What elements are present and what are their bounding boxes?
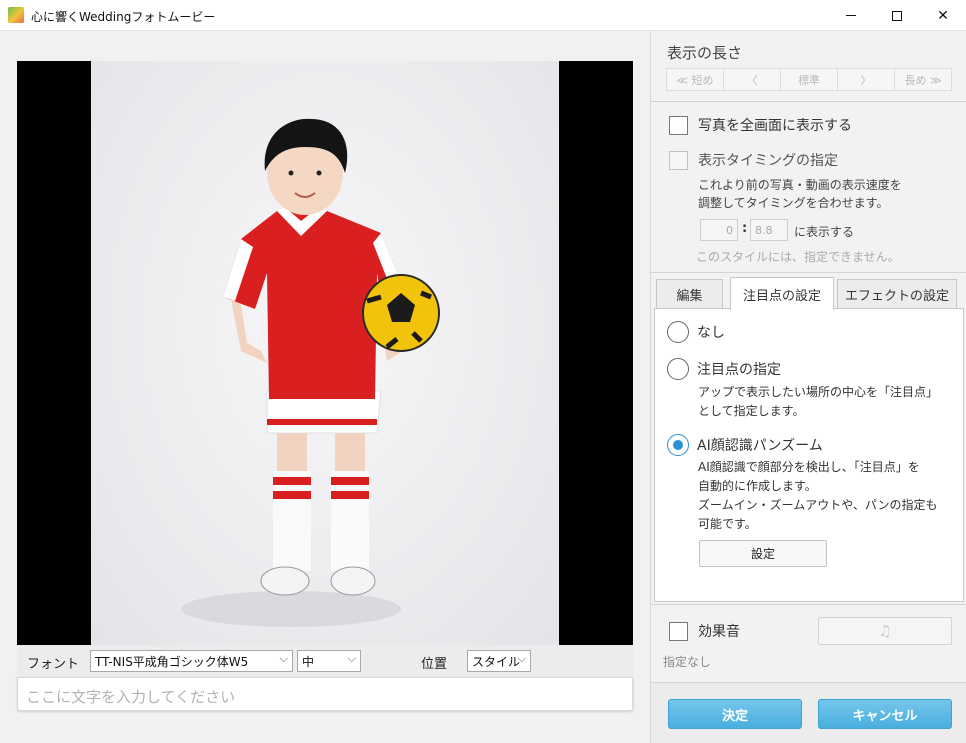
close-icon: ✕: [937, 7, 949, 24]
chevron-down-icon: ⌵: [347, 652, 356, 665]
duration-shorter-button[interactable]: ≪ 短め: [667, 69, 724, 90]
timing-seconds-input[interactable]: 8.8: [750, 219, 788, 241]
focus-none-radio[interactable]: [667, 321, 689, 343]
settings-panel: 表示の長さ ≪ 短め 〈 標準 〉 長め ≫ 写真を全画面に表示する 表示タイミ…: [650, 31, 966, 743]
window-title: 心に響くWeddingフォトムービー: [31, 10, 216, 24]
timing-option[interactable]: 表示タイミングの指定: [669, 150, 838, 170]
tab-focus-point[interactable]: 注目点の設定: [730, 277, 834, 310]
position-label: 位置: [421, 657, 448, 672]
size-select[interactable]: 中 ⌵: [297, 650, 361, 672]
fullscreen-checkbox[interactable]: [669, 115, 688, 135]
timing-minutes-input[interactable]: 0: [700, 219, 738, 241]
focus-manual-option[interactable]: 注目点の指定: [667, 358, 781, 380]
title-bar: 心に響くWeddingフォトムービー ✕: [0, 0, 966, 31]
focus-ai-radio[interactable]: [667, 434, 689, 456]
focus-ai-option[interactable]: AI顔認識パンズーム: [667, 434, 823, 456]
chevron-down-icon: ⌵: [279, 652, 288, 665]
focus-manual-description: アップで表示したい場所の中心を「注目点」 として指定します。: [698, 385, 939, 418]
ai-settings-button[interactable]: 設定: [699, 540, 827, 567]
divider: [651, 101, 966, 102]
duration-longer-button[interactable]: 長め ≫: [895, 69, 951, 90]
timing-suffix: に表示する: [794, 225, 855, 239]
editor-area: フォント TT-NIS平成角ゴシック体W5 ⌵ 中 ⌵ 位置 スタイル ⌵ ここに文字…: [0, 31, 650, 743]
position-select[interactable]: スタイル ⌵: [467, 650, 531, 672]
sound-status: 指定なし: [663, 655, 712, 669]
divider: [651, 604, 966, 605]
tab-edit[interactable]: 編集: [656, 279, 723, 309]
font-label: フォント: [27, 657, 80, 672]
timing-checkbox[interactable]: [669, 150, 688, 170]
style-notice: このスタイルには、指定できません。: [696, 250, 900, 264]
close-button[interactable]: ✕: [920, 0, 966, 31]
caption-input[interactable]: ここに文字を入力してください: [17, 677, 633, 711]
divider: [651, 272, 966, 273]
font-select[interactable]: TT-NIS平成角ゴシック体W5 ⌵: [90, 650, 293, 672]
music-select-button[interactable]: ♫: [818, 617, 952, 645]
maximize-button[interactable]: [874, 0, 920, 31]
chevron-down-icon: ⌵: [517, 652, 526, 665]
duration-heading: 表示の長さ: [667, 44, 743, 62]
focus-none-option[interactable]: なし: [667, 321, 725, 343]
sound-effect-option[interactable]: 効果音: [669, 621, 740, 641]
timing-description: これより前の写真・動画の表示速度を 調整してタイミングを合わせます。: [698, 178, 902, 210]
focus-manual-radio[interactable]: [667, 358, 689, 380]
action-bar: 決定 キャンセル: [651, 682, 966, 743]
photo-image[interactable]: [91, 61, 559, 645]
app-icon: [8, 7, 24, 23]
time-colon: :: [742, 221, 748, 236]
maximize-icon: [892, 10, 902, 21]
minimize-icon: [846, 15, 856, 16]
focus-point-panel: なし 注目点の指定 アップで表示したい場所の中心を「注目点」 として指定します。…: [654, 308, 964, 602]
cancel-button[interactable]: キャンセル: [818, 699, 952, 729]
child-soccer-photo: [181, 118, 440, 627]
music-note-icon: ♫: [878, 622, 892, 640]
duration-standard-button[interactable]: 標準: [781, 69, 838, 90]
duration-segmented-control: ≪ 短め 〈 標準 〉 長め ≫: [666, 68, 952, 91]
ok-button[interactable]: 決定: [668, 699, 802, 729]
sound-effect-checkbox[interactable]: [669, 621, 688, 641]
duration-increase-button[interactable]: 〉: [838, 69, 895, 90]
text-toolbar: フォント TT-NIS平成角ゴシック体W5 ⌵ 中 ⌵ 位置 スタイル ⌵: [17, 645, 633, 677]
duration-decrease-button[interactable]: 〈: [724, 69, 781, 90]
focus-ai-description: AI顔認識で顔部分を検出し、「注目点」を 自動的に作成します。 ズームイン・ズー…: [698, 460, 938, 531]
minimize-button[interactable]: [828, 0, 874, 31]
photo-preview[interactable]: [17, 61, 633, 645]
fullscreen-option[interactable]: 写真を全画面に表示する: [669, 115, 852, 135]
tab-effect[interactable]: エフェクトの設定: [837, 279, 957, 309]
